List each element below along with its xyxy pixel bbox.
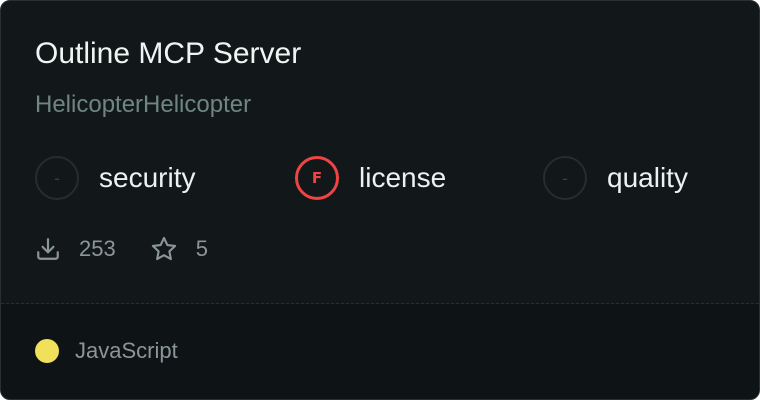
quality-grade-badge: - <box>543 156 587 200</box>
card-footer: JavaScript <box>1 304 759 399</box>
owner-name[interactable]: HelicopterHelicopter <box>35 89 251 121</box>
downloads-count: 253 <box>79 236 116 261</box>
license-label: license <box>359 162 447 193</box>
stars-stat: 5 <box>150 235 208 263</box>
stars-count: 5 <box>195 236 208 261</box>
language-indicator: JavaScript <box>35 338 178 364</box>
score-quality[interactable]: - quality <box>543 154 688 202</box>
security-grade-badge: - <box>35 156 79 200</box>
card-title[interactable]: Outline MCP Server <box>35 35 301 73</box>
downloads-stat: 253 <box>35 236 116 262</box>
security-label: security <box>99 162 196 193</box>
quality-label: quality <box>607 162 688 193</box>
license-grade-badge: F <box>295 156 339 200</box>
stats-row: 253 5 <box>35 233 242 265</box>
language-name: JavaScript <box>75 338 178 363</box>
language-color-dot <box>35 339 59 363</box>
score-row: - security F license - quality <box>35 154 735 202</box>
score-license[interactable]: F license <box>295 154 446 202</box>
score-security[interactable]: - security <box>35 154 195 202</box>
star-icon <box>150 235 178 263</box>
server-card[interactable]: Outline MCP Server HelicopterHelicopter … <box>0 0 760 400</box>
download-icon <box>35 236 61 262</box>
